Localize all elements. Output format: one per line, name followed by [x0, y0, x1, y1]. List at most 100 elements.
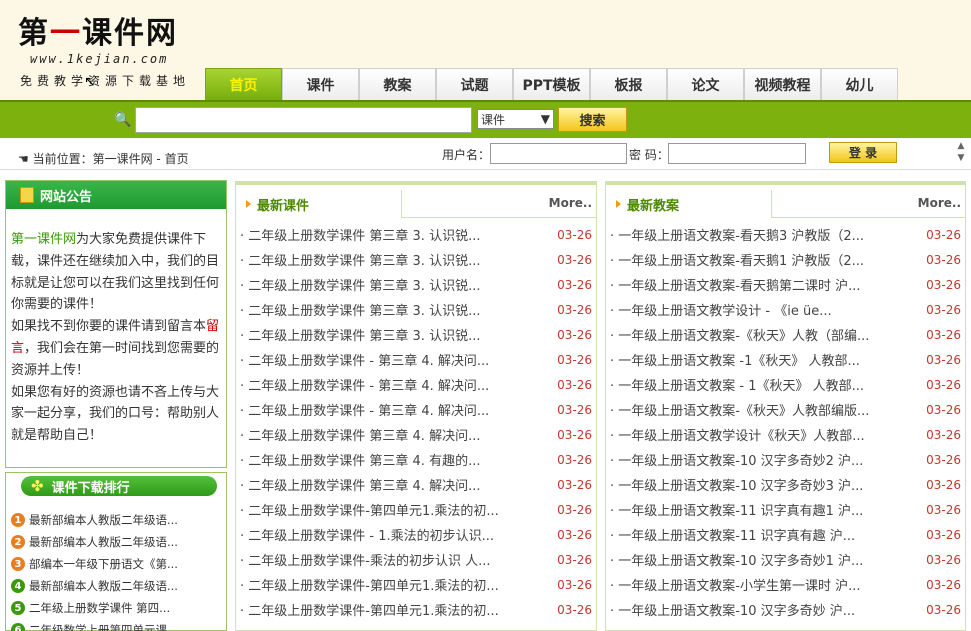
breadcrumb-path[interactable]: 第一课件网 - 首页 — [93, 152, 189, 166]
list-item-title[interactable]: · 一年级上册语文教案 - 1《秋天》 人教部... — [610, 375, 864, 394]
nav-tab[interactable]: 课件 — [282, 68, 359, 101]
list-item-title[interactable]: · 二年级上册数学课件 第三章 4. 有趣的... — [240, 450, 480, 469]
list-item-title[interactable]: · 二年级上册数学课件 第三章 4. 解决问... — [240, 475, 480, 494]
ranking-item[interactable]: 6 二年级数学上册第四单元课... — [11, 619, 178, 631]
list-item[interactable]: · 一年级上册语文教案-看天鹅第二课时 沪... 03-26 — [610, 272, 961, 297]
nav-tab[interactable]: 首页 — [205, 68, 282, 101]
list-item[interactable]: · 一年级上册语文教案-10 汉字多奇妙3 沪... 03-26 — [610, 472, 961, 497]
list-item[interactable]: · 一年级上册语文教案-小学生第一课时 沪... 03-26 — [610, 572, 961, 597]
list-item[interactable]: · 二年级上册数学课件 - 第三章 4. 解决问... 03-26 — [240, 347, 592, 372]
list-item[interactable]: · 二年级上册数学课件-乘法的初步认识 人... 03-26 — [240, 547, 592, 572]
list-item[interactable]: · 一年级上册语文教案-10 汉字多奇妙2 沪... 03-26 — [610, 447, 961, 472]
list-item[interactable]: · 一年级上册语文教案 - 1《秋天》 人教部... 03-26 — [610, 372, 961, 397]
list-item[interactable]: · 二年级上册数学课件 - 第三章 4. 解决问... 03-26 — [240, 397, 592, 422]
list-item-title[interactable]: · 一年级上册语文教案-《秋天》人教（部编... — [610, 325, 869, 344]
list-item-title[interactable]: · 一年级上册语文教案-看天鹅3 沪教版（2... — [610, 225, 864, 244]
list-item[interactable]: · 一年级上册语文教案 -1《秋天》 人教部... 03-26 — [610, 347, 961, 372]
login-button[interactable]: 登 录 — [829, 142, 897, 163]
ranking-item-title[interactable]: 最新部编本人教版二年级语... — [29, 512, 178, 528]
list-item-title[interactable]: · 二年级上册数学课件-第四单元1.乘法的初... — [240, 575, 499, 594]
list-item-title[interactable]: · 一年级上册语文教案-10 汉字多奇妙3 沪... — [610, 475, 863, 494]
ranking-item[interactable]: 3 部编本一年级下册语文《第... — [11, 553, 178, 575]
list-item[interactable]: · 一年级上册语文教案-看天鹅1 沪教版（2... 03-26 — [610, 247, 961, 272]
list-item-title[interactable]: · 一年级上册语文教学设计 - 《ie üe... — [610, 300, 832, 319]
list-item-title[interactable]: · 二年级上册数学课件 - 第三章 4. 解决问... — [240, 400, 489, 419]
list-item[interactable]: · 一年级上册语文教案-11 识字真有趣 沪... 03-26 — [610, 522, 961, 547]
search-icon: 🔍 — [114, 112, 132, 128]
ranking-item[interactable]: 2 最新部编本人教版二年级语... — [11, 531, 178, 553]
list-item[interactable]: · 二年级上册数学课件 第三章 3. 认识锐... 03-26 — [240, 222, 592, 247]
nav-tab[interactable]: 板报 — [590, 68, 667, 101]
nav-tab[interactable]: 论文 — [667, 68, 744, 101]
list-item[interactable]: · 二年级上册数学课件 - 第三章 4. 解决问... 03-26 — [240, 372, 592, 397]
list-item[interactable]: · 一年级上册语文教案-10 汉字多奇妙 沪... 03-26 — [610, 597, 961, 622]
list-item-title[interactable]: · 二年级上册数学课件 第三章 3. 认识锐... — [240, 225, 480, 244]
lesson-plans-more-link[interactable]: More.. — [918, 196, 961, 210]
site-link[interactable]: 第一课件网 — [11, 232, 76, 247]
list-item-title[interactable]: · 二年级上册数学课件-第四单元1.乘法的初... — [240, 500, 499, 519]
list-item-title[interactable]: · 一年级上册语文教案 -1《秋天》 人教部... — [610, 350, 860, 369]
list-item[interactable]: · 二年级上册数学课件-第四单元1.乘法的初... 03-26 — [240, 497, 592, 522]
list-item-title[interactable]: · 一年级上册语文教案-看天鹅1 沪教版（2... — [610, 250, 864, 269]
nav-tab[interactable]: 幼儿 — [821, 68, 898, 101]
scrollbar[interactable]: ▲ ▼ — [954, 140, 968, 168]
list-item-title[interactable]: · 一年级上册语文教案-10 汉字多奇妙1 沪... — [610, 550, 863, 569]
list-item-date: 03-26 — [926, 302, 961, 317]
nav-tab[interactable]: 视频教程 — [744, 68, 821, 101]
nav-tab[interactable]: 教案 — [359, 68, 436, 101]
search-button[interactable]: 搜索 — [558, 107, 627, 132]
ranking-item[interactable]: 4 最新部编本人教版二年级语... — [11, 575, 178, 597]
list-item[interactable]: · 二年级上册数学课件 第三章 4. 解决问... 03-26 — [240, 422, 592, 447]
list-item-title[interactable]: · 二年级上册数学课件 - 第三章 4. 解决问... — [240, 375, 489, 394]
list-item[interactable]: · 二年级上册数学课件 第三章 3. 认识锐... 03-26 — [240, 247, 592, 272]
site-logo[interactable]: 第一课件网 — [18, 8, 178, 52]
list-item-title[interactable]: · 一年级上册语文教案-小学生第一课时 沪... — [610, 575, 861, 594]
nav-tab[interactable]: PPT模板 — [513, 68, 590, 101]
list-item-title[interactable]: · 二年级上册数学课件 第三章 3. 认识锐... — [240, 325, 480, 344]
list-item-title[interactable]: · 二年级上册数学课件 - 第三章 4. 解决问... — [240, 350, 489, 369]
username-input[interactable] — [490, 143, 627, 164]
list-item[interactable]: · 二年级上册数学课件-第四单元1.乘法的初... 03-26 — [240, 572, 592, 597]
search-category-select[interactable]: 课件 ▼ — [477, 109, 554, 129]
courseware-list: · 二年级上册数学课件 第三章 3. 认识锐... 03-26 · 二年级上册数学课… — [240, 222, 592, 622]
list-item-title[interactable]: · 二年级上册数学课件 第三章 3. 认识锐... — [240, 275, 480, 294]
ranking-item-title[interactable]: 部编本一年级下册语文《第... — [29, 556, 178, 572]
list-item-title[interactable]: · 二年级上册数学课件 第三章 3. 认识锐... — [240, 300, 480, 319]
ranking-item-title[interactable]: 二年级上册数学课件 第四... — [29, 600, 170, 616]
list-item-title[interactable]: · 二年级上册数学课件-乘法的初步认识 人... — [240, 550, 491, 569]
list-item[interactable]: · 一年级上册语文教案-11 识字真有趣1 沪... 03-26 — [610, 497, 961, 522]
list-item[interactable]: · 一年级上册语文教案-10 汉字多奇妙1 沪... 03-26 — [610, 547, 961, 572]
search-input[interactable] — [135, 107, 472, 133]
list-item[interactable]: · 二年级上册数学课件 - 1.乘法的初步认识... 03-26 — [240, 522, 592, 547]
list-item-title[interactable]: · 二年级上册数学课件 第三章 3. 认识锐... — [240, 250, 480, 269]
ranking-item-title[interactable]: 最新部编本人教版二年级语... — [29, 578, 178, 594]
list-item[interactable]: · 一年级上册语文教案-《秋天》人教部编版... 03-26 — [610, 397, 961, 422]
password-input[interactable] — [668, 143, 806, 164]
list-item-title[interactable]: · 一年级上册语文教案-看天鹅第二课时 沪... — [610, 275, 861, 294]
list-item-title[interactable]: · 一年级上册语文教案-10 汉字多奇妙2 沪... — [610, 450, 863, 469]
list-item[interactable]: · 二年级上册数学课件 第三章 3. 认识锐... 03-26 — [240, 272, 592, 297]
list-item[interactable]: · 一年级上册语文教学设计 - 《ie üe... 03-26 — [610, 297, 961, 322]
list-item-title[interactable]: · 一年级上册语文教案-11 识字真有趣1 沪... — [610, 500, 863, 519]
list-item[interactable]: · 一年级上册语文教案-《秋天》人教（部编... 03-26 — [610, 322, 961, 347]
ranking-item-title[interactable]: 二年级数学上册第四单元课... — [29, 622, 178, 631]
list-item-title[interactable]: · 一年级上册语文教学设计《秋天》人教部... — [610, 425, 865, 444]
list-item-title[interactable]: · 一年级上册语文教案-11 识字真有趣 沪... — [610, 525, 855, 544]
list-item-title[interactable]: · 一年级上册语文教案-《秋天》人教部编版... — [610, 400, 869, 419]
nav-tab[interactable]: 试题 — [436, 68, 513, 101]
courseware-more-link[interactable]: More.. — [549, 196, 592, 210]
list-item[interactable]: · 二年级上册数学课件 第三章 3. 认识锐... 03-26 — [240, 297, 592, 322]
list-item[interactable]: · 一年级上册语文教案-看天鹅3 沪教版（2... 03-26 — [610, 222, 961, 247]
ranking-item[interactable]: 5 二年级上册数学课件 第四... — [11, 597, 178, 619]
list-item[interactable]: · 二年级上册数学课件-第四单元1.乘法的初... 03-26 — [240, 597, 592, 622]
list-item[interactable]: · 二年级上册数学课件 第三章 4. 有趣的... 03-26 — [240, 447, 592, 472]
list-item-title[interactable]: · 二年级上册数学课件 - 1.乘法的初步认识... — [240, 525, 494, 544]
list-item[interactable]: · 二年级上册数学课件 第三章 4. 解决问... 03-26 — [240, 472, 592, 497]
list-item-title[interactable]: · 一年级上册语文教案-10 汉字多奇妙 沪... — [610, 600, 855, 619]
list-item-title[interactable]: · 二年级上册数学课件 第三章 4. 解决问... — [240, 425, 480, 444]
ranking-item-title[interactable]: 最新部编本人教版二年级语... — [29, 534, 178, 550]
list-item[interactable]: · 一年级上册语文教学设计《秋天》人教部... 03-26 — [610, 422, 961, 447]
list-item[interactable]: · 二年级上册数学课件 第三章 3. 认识锐... 03-26 — [240, 322, 592, 347]
list-item-title[interactable]: · 二年级上册数学课件-第四单元1.乘法的初... — [240, 600, 499, 619]
ranking-item[interactable]: 1 最新部编本人教版二年级语... — [11, 509, 178, 531]
